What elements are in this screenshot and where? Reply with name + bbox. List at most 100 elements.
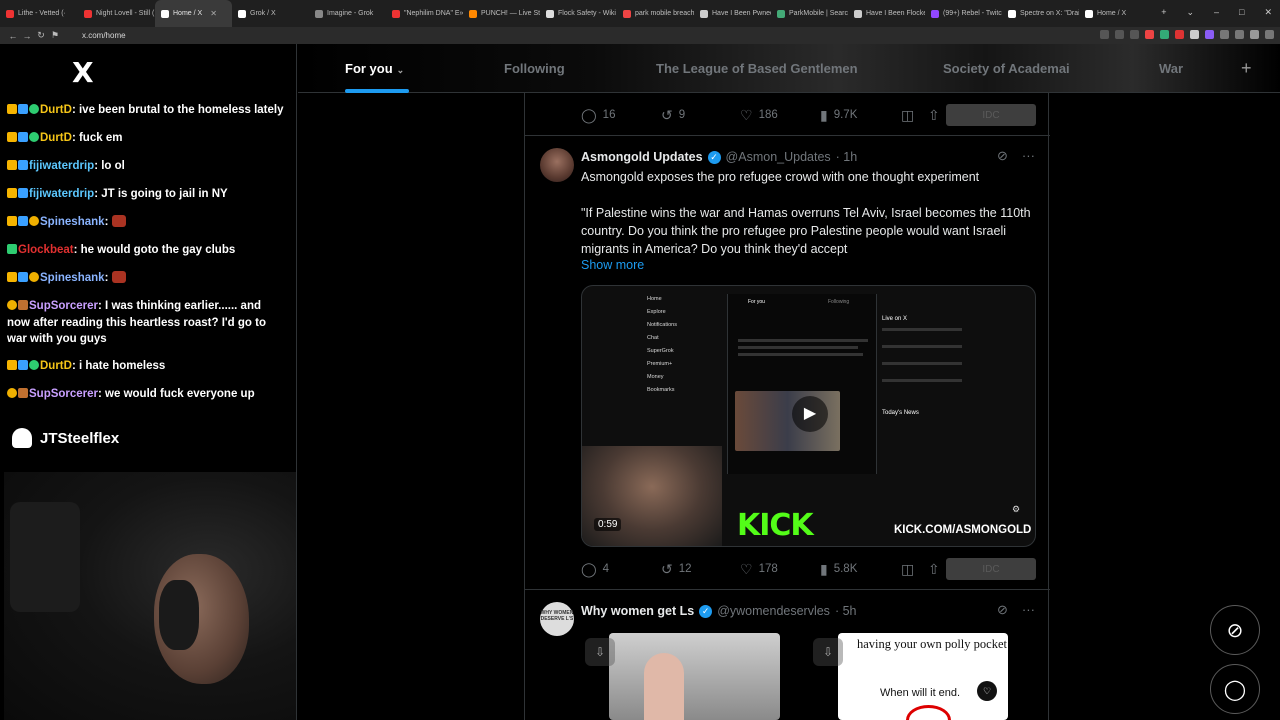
- extension-red-icon[interactable]: [1175, 30, 1184, 39]
- reload-button[interactable]: ↻: [34, 30, 48, 41]
- grok-fab-icon[interactable]: ⊘: [1210, 605, 1260, 655]
- show-more-link[interactable]: Show more: [581, 258, 644, 272]
- browser-tab[interactable]: Flock Safety - Wiki: [540, 0, 617, 27]
- like-button[interactable]: ♡ 178: [740, 561, 778, 578]
- chat-username[interactable]: SupSorcerer: [29, 388, 98, 400]
- browser-tab[interactable]: Have I Been Flocke: [848, 0, 925, 27]
- grid-badge-icon: [18, 360, 28, 370]
- views-button[interactable]: ▮ 5.8K: [820, 561, 857, 578]
- chat-username[interactable]: DurtD: [40, 360, 72, 372]
- browser-tab[interactable]: ParkMobile | Search: [771, 0, 848, 27]
- post-time[interactable]: · 1h: [836, 150, 858, 164]
- extension-puzzle-icon[interactable]: [1220, 30, 1229, 39]
- avatar[interactable]: WHY WOMEN DESERVE L'S: [540, 602, 574, 636]
- author-handle[interactable]: @Asmon_Updates: [726, 150, 831, 164]
- post-header: Asmongold Updates ✓ @Asmon_Updates · 1h: [581, 150, 857, 164]
- reply-button[interactable]: ◯ 16: [581, 107, 615, 124]
- tab-war[interactable]: War: [1159, 61, 1183, 76]
- maximize-button[interactable]: □: [1239, 7, 1244, 18]
- download-icon[interactable]: ⇩: [585, 638, 615, 666]
- browser-tab[interactable]: Imagine - Grok: [309, 0, 386, 27]
- chat-username[interactable]: SupSorcerer: [29, 300, 98, 312]
- reply-button[interactable]: ◯ 4: [581, 561, 609, 578]
- browser-tab[interactable]: Spectre on X: "Drai: [1002, 0, 1079, 27]
- author-name[interactable]: Asmongold Updates: [581, 150, 703, 164]
- grok-analyze-icon[interactable]: ⊘: [997, 602, 1008, 618]
- post-image-text[interactable]: having your own polly pocket When will i…: [838, 633, 1008, 720]
- views-button[interactable]: ▮ 9.7K: [820, 107, 857, 124]
- browser-tab[interactable]: PUNCH! — Live Str: [463, 0, 540, 27]
- tab-favicon-icon: [84, 9, 92, 18]
- more-options-icon[interactable]: ···: [1022, 602, 1035, 618]
- grok-analyze-icon[interactable]: ⊘: [997, 148, 1008, 164]
- share-button[interactable]: ⇧: [928, 561, 940, 578]
- cast-icon[interactable]: [1115, 30, 1124, 39]
- post-image[interactable]: [609, 633, 780, 720]
- new-tab-button[interactable]: +: [1161, 7, 1166, 18]
- download-icon[interactable]: [1235, 30, 1244, 39]
- play-icon[interactable]: ▶: [792, 396, 828, 432]
- tab-favicon-icon: [1008, 9, 1016, 18]
- extension-purple-icon[interactable]: [1205, 30, 1214, 39]
- author-handle[interactable]: @ywomendeservles: [717, 604, 830, 618]
- browser-tab[interactable]: (99+) Rebel - Twitch: [925, 0, 1002, 27]
- zoom-icon[interactable]: [1100, 30, 1109, 39]
- tab-following[interactable]: Following: [504, 61, 565, 76]
- extension-x-icon[interactable]: [1190, 30, 1199, 39]
- repost-button[interactable]: ↺ 12: [661, 561, 692, 578]
- download-icon[interactable]: ⇩: [813, 638, 843, 666]
- video-media[interactable]: Home Explore Notifications Chat SuperGrok Pre…: [581, 285, 1036, 547]
- browser-tab[interactable]: Home / X: [1079, 0, 1156, 27]
- chat-username[interactable]: DurtD: [40, 104, 72, 116]
- bookmark-button[interactable]: ◫: [901, 561, 914, 578]
- share-button[interactable]: ⇧: [928, 107, 940, 124]
- back-button[interactable]: ←: [6, 31, 20, 41]
- chat-username[interactable]: fijiwaterdrip: [29, 160, 94, 172]
- browser-tab[interactable]: Night Lovell - Still (: [78, 0, 155, 27]
- bookmark-button[interactable]: ◫: [901, 107, 914, 124]
- extension-shield-icon[interactable]: [1160, 30, 1169, 39]
- inner-sidebar: Live on X Today's News: [882, 316, 982, 416]
- tab-society-of-academai[interactable]: Society of Academai: [943, 61, 1070, 76]
- chat-username[interactable]: Spineshank: [40, 272, 105, 284]
- x-logo-icon[interactable]: X: [72, 56, 94, 89]
- chat-username[interactable]: Glockbeat: [18, 244, 74, 256]
- close-tab-icon[interactable]: ✕: [210, 9, 217, 18]
- browser-tab[interactable]: Home / X ✕: [155, 0, 232, 27]
- menu-icon[interactable]: [1265, 30, 1274, 39]
- heart-icon[interactable]: ♡: [977, 681, 997, 701]
- browser-tab[interactable]: Lithe - Vetted (·: [0, 0, 78, 27]
- chat-username[interactable]: Spineshank: [40, 216, 105, 228]
- browser-tab[interactable]: park mobile breach: [617, 0, 694, 27]
- chat-username[interactable]: DurtD: [40, 132, 72, 144]
- author-name[interactable]: Why women get Ls: [581, 604, 694, 618]
- extensions-toolbar: [1100, 30, 1274, 39]
- bookmark-star-icon[interactable]: [1130, 30, 1139, 39]
- browser-tab[interactable]: Have I Been Pwned: [694, 0, 771, 27]
- grok-button[interactable]: IDC: [946, 104, 1036, 126]
- browser-tab[interactable]: Grok / X: [232, 0, 309, 27]
- messages-fab-icon[interactable]: ◯: [1210, 664, 1260, 714]
- add-tab-button[interactable]: +: [1241, 58, 1252, 79]
- minimize-button[interactable]: –: [1214, 7, 1219, 18]
- forward-button[interactable]: →: [20, 31, 34, 41]
- tab-for-you[interactable]: For you ⌄: [345, 61, 404, 76]
- close-window-button[interactable]: ✕: [1264, 7, 1272, 18]
- home-icon[interactable]: ⚑: [48, 30, 62, 41]
- repost-button[interactable]: ↺ 9: [661, 107, 685, 124]
- image-caption: having your own polly pocket: [857, 637, 1007, 651]
- avatar[interactable]: [540, 148, 574, 182]
- video-settings-icon[interactable]: ⚙: [1012, 504, 1020, 515]
- browser-tab[interactable]: "Nephilim DNA" E»: [386, 0, 463, 27]
- tab-league-of-based-gentlemen[interactable]: The League of Based Gentlemen: [656, 61, 858, 76]
- grok-button[interactable]: IDC: [946, 558, 1036, 580]
- chat-username[interactable]: fijiwaterdrip: [29, 188, 94, 200]
- extension-brave-icon[interactable]: [1145, 30, 1154, 39]
- url-field[interactable]: x.com/home: [82, 31, 126, 40]
- tab-search-icon[interactable]: ⌄: [1186, 7, 1194, 18]
- more-options-icon[interactable]: ···: [1022, 148, 1035, 164]
- profile-icon[interactable]: [1250, 30, 1259, 39]
- like-button[interactable]: ♡ 186: [740, 107, 778, 124]
- post-time[interactable]: · 5h: [835, 604, 857, 618]
- box-badge-icon: [18, 300, 28, 310]
